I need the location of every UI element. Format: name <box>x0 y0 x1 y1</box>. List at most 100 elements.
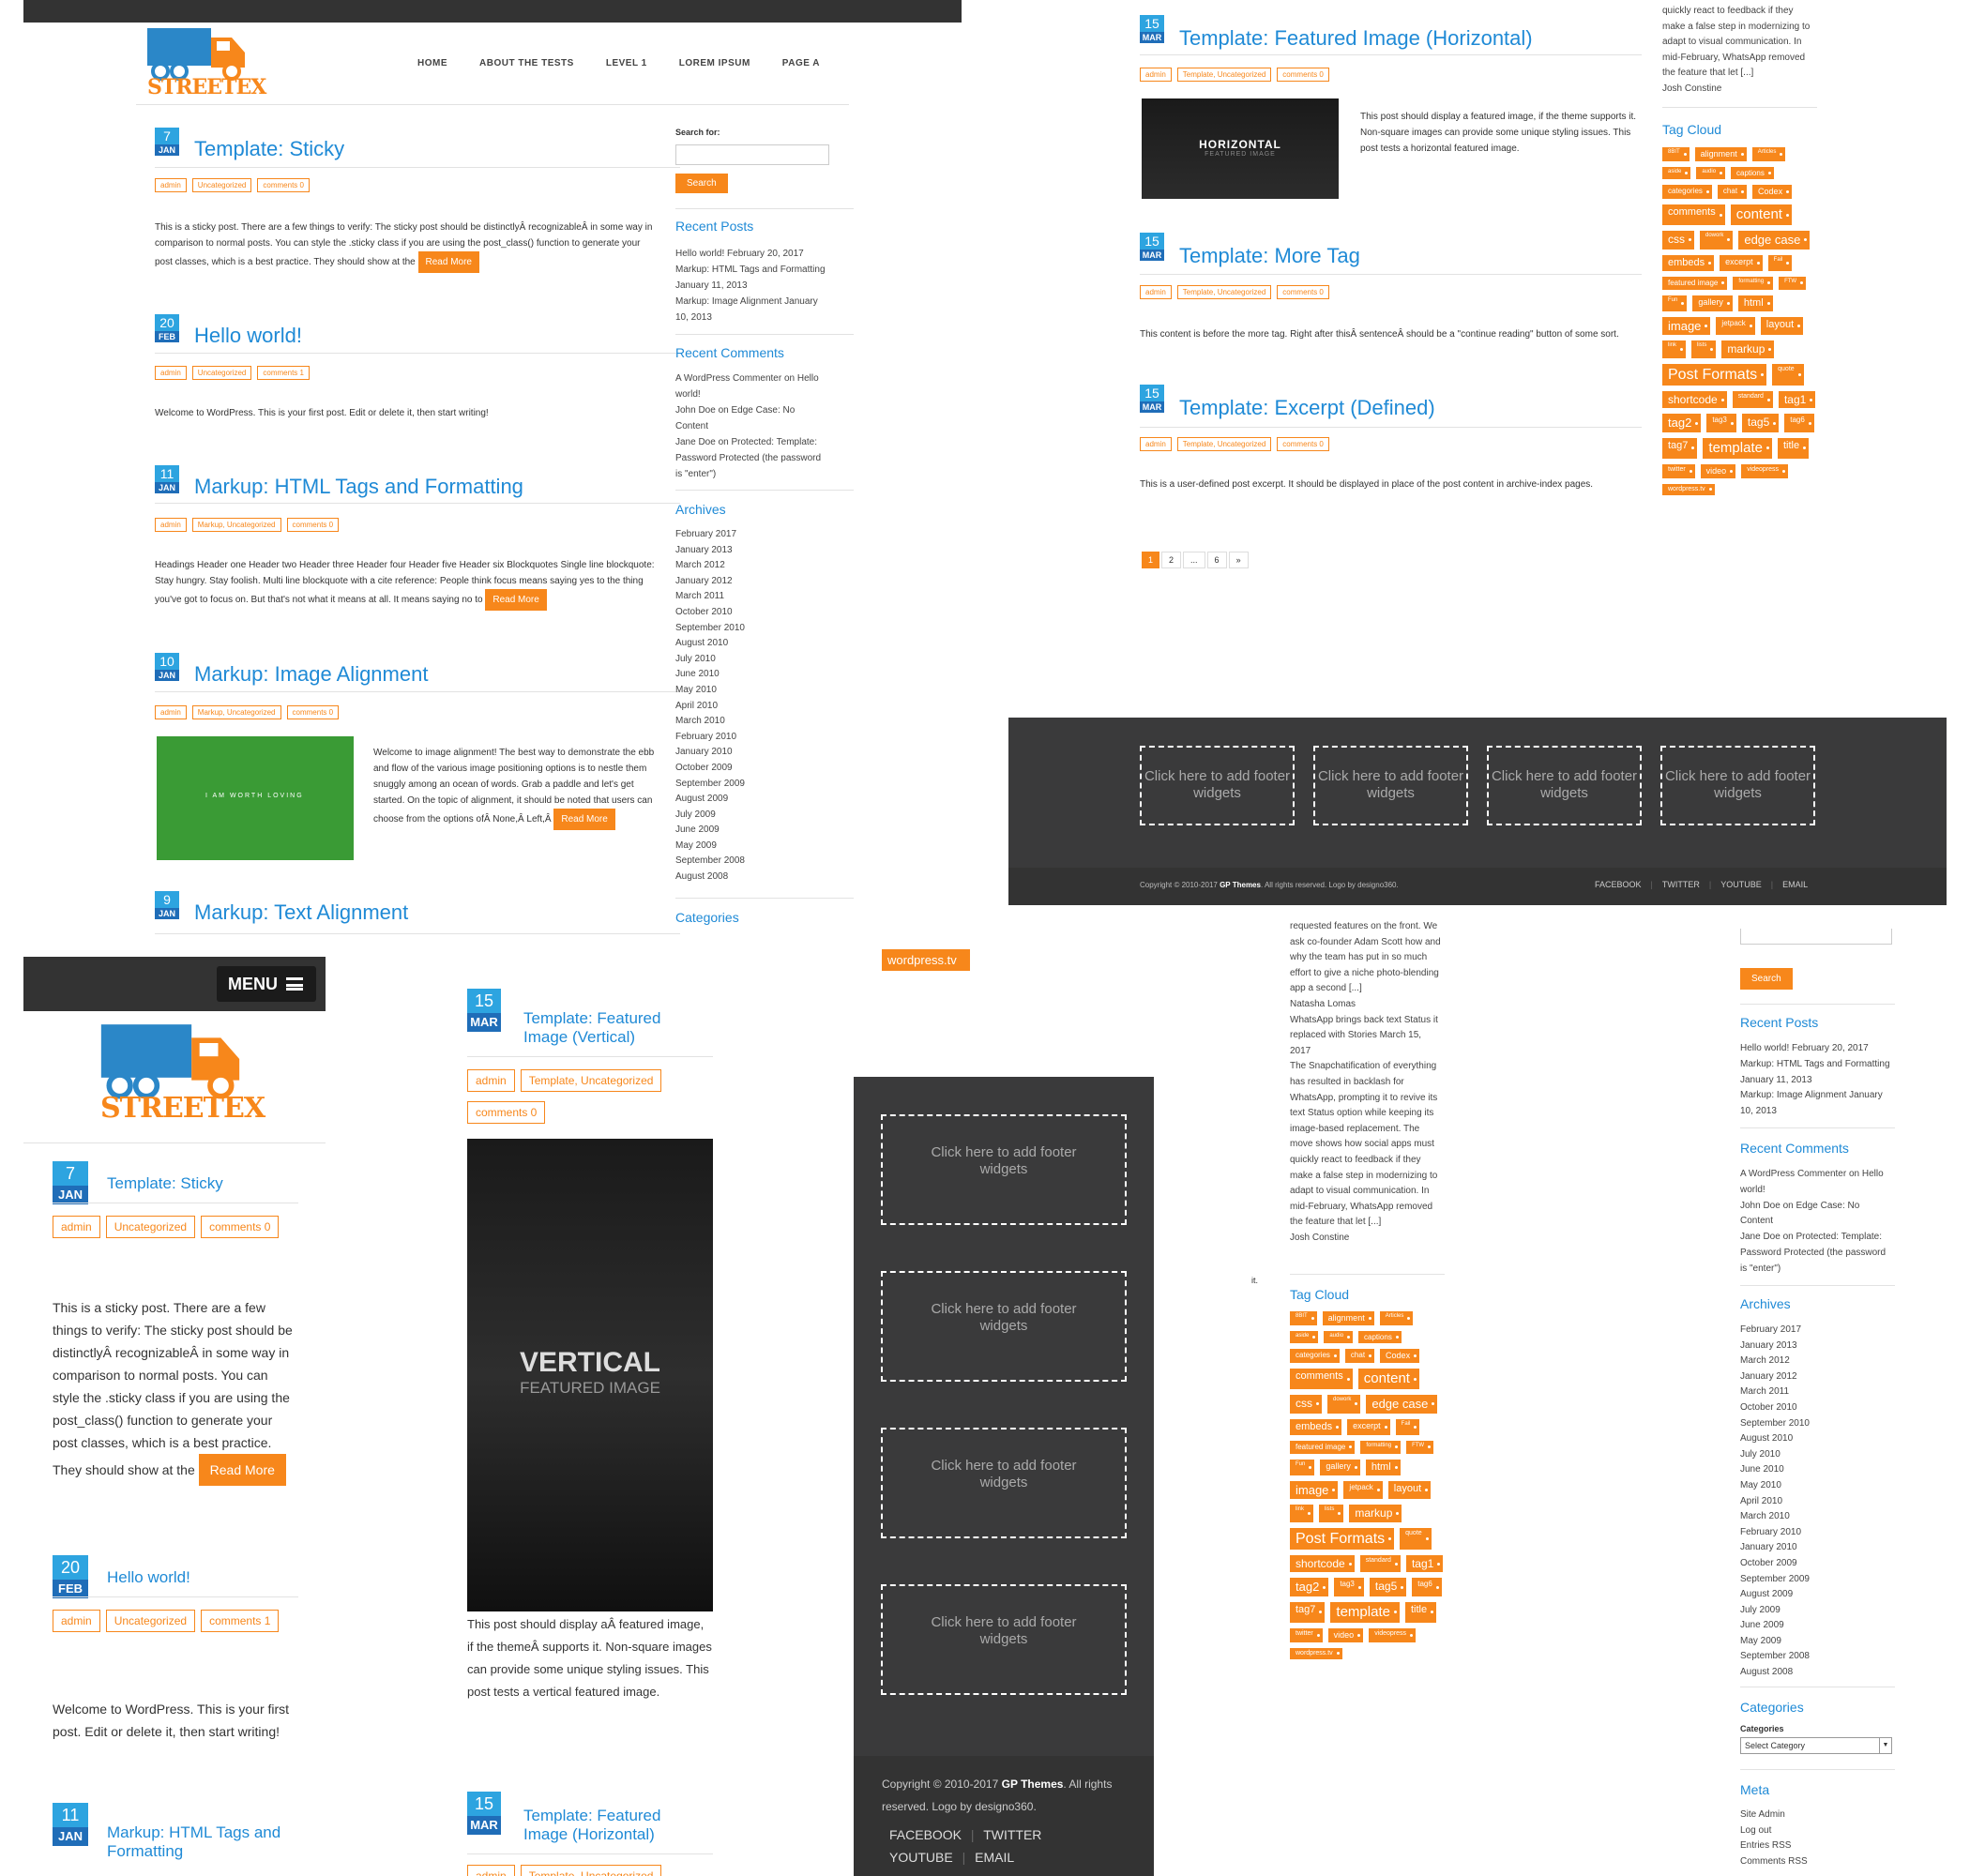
tag-link[interactable]: title <box>1404 1601 1437 1623</box>
post-title[interactable]: Markup: Image Alignment <box>194 662 428 687</box>
post-title[interactable]: Template: More Tag <box>1179 244 1360 268</box>
tag-link[interactable]: content <box>1730 204 1792 226</box>
comment-line[interactable]: world! <box>675 386 821 402</box>
tag-link[interactable]: image <box>1290 1480 1339 1500</box>
tag-link[interactable]: template <box>1330 1601 1400 1623</box>
tag-link[interactable]: markup <box>1721 340 1775 358</box>
tag-link[interactable]: dowork <box>1700 231 1734 250</box>
category-link[interactable]: Template, Uncategorized <box>1176 437 1272 451</box>
post-title[interactable]: Markup: HTML Tags and Formatting <box>107 1823 309 1861</box>
footer-widget-placeholder[interactable]: Click here to add footer widgets <box>881 1271 1127 1382</box>
comment-line[interactable]: Password Protected (the password <box>675 450 821 466</box>
archive-link[interactable]: September 2008 <box>675 854 745 870</box>
author-link[interactable]: admin <box>1140 285 1172 299</box>
tag-link[interactable]: audio <box>1696 166 1726 180</box>
archive-link[interactable]: February 2010 <box>675 730 745 746</box>
category-link[interactable]: Markup, Uncategorized <box>191 518 281 532</box>
tag-link[interactable]: gallery <box>1320 1459 1360 1475</box>
facebook-link[interactable]: FACEBOOK <box>1595 880 1642 889</box>
archive-link[interactable]: January 2010 <box>1740 1540 1810 1556</box>
post-title[interactable]: Markup: Text Alignment <box>194 900 408 925</box>
post-title[interactable]: Hello world! <box>194 324 302 348</box>
comment-line[interactable]: Content <box>675 418 821 434</box>
archive-link[interactable]: July 2009 <box>1740 1603 1810 1619</box>
tag-link[interactable]: link <box>1662 340 1687 358</box>
wordpress-tv-tag[interactable]: wordpress.tv <box>882 949 970 971</box>
tag-link[interactable]: tag5 <box>1741 414 1780 432</box>
tag-link[interactable]: tag2 <box>1290 1578 1329 1596</box>
tag-link[interactable]: featured image <box>1662 276 1728 290</box>
tag-link[interactable]: comments <box>1662 204 1725 226</box>
author-link[interactable]: admin <box>1140 68 1172 82</box>
author-link[interactable]: admin <box>1140 437 1172 451</box>
archive-link[interactable]: June 2010 <box>675 667 745 683</box>
tag-link[interactable]: formatting <box>1733 276 1774 290</box>
tag-link[interactable]: video <box>1700 463 1736 478</box>
archive-link[interactable]: July 2010 <box>675 652 745 668</box>
tag-link[interactable]: css <box>1290 1395 1322 1414</box>
log-out-link[interactable]: Log out <box>1740 1823 1808 1839</box>
tag-link[interactable]: chat <box>1344 1349 1375 1364</box>
category-link[interactable]: Uncategorized <box>191 366 252 380</box>
comments-link[interactable]: comments 1 <box>201 1610 280 1632</box>
tag-link[interactable]: Post Formats <box>1662 363 1767 386</box>
post-title[interactable]: Template: Excerpt (Defined) <box>1179 396 1435 420</box>
tag-link[interactable]: formatting <box>1360 1440 1402 1454</box>
tag-link[interactable]: tag7 <box>1290 1601 1326 1623</box>
comments-link[interactable]: comments 0 <box>1277 437 1329 451</box>
comments-link[interactable]: comments 0 <box>286 705 340 719</box>
tag-link[interactable]: Post Formats <box>1290 1527 1395 1550</box>
footer-widget-placeholder[interactable]: Click here to add footer widgets <box>1140 746 1295 825</box>
tag-link[interactable]: alignment <box>1322 1311 1374 1325</box>
tag-link[interactable]: aside <box>1290 1330 1319 1344</box>
nav-home[interactable]: HOME <box>417 58 447 68</box>
author-link[interactable]: admin <box>467 1069 515 1092</box>
archive-link[interactable]: June 2009 <box>1740 1618 1810 1634</box>
tag-link[interactable]: quote <box>1400 1527 1432 1550</box>
next-page-link[interactable]: » <box>1228 552 1249 568</box>
comments-link[interactable]: comments 1 <box>257 366 310 380</box>
archive-link[interactable]: August 2008 <box>675 870 745 885</box>
archive-link[interactable]: January 2013 <box>675 543 745 559</box>
comments-link[interactable]: comments 0 <box>201 1216 280 1238</box>
tag-link[interactable]: excerpt <box>1347 1418 1390 1435</box>
read-more-button[interactable]: Read More <box>198 1454 286 1486</box>
recent-post-line[interactable]: Markup: Image Alignment January <box>1740 1088 1890 1104</box>
author-link[interactable]: admin <box>467 1865 515 1876</box>
category-select[interactable]: Select Category ▼ <box>1740 1737 1892 1754</box>
comment-line[interactable]: A WordPress Commenter on Hello <box>675 371 821 386</box>
comment-line[interactable]: Password Protected (the password <box>1740 1246 1886 1262</box>
archive-link[interactable]: August 2009 <box>1740 1587 1810 1603</box>
archive-link[interactable]: April 2010 <box>1740 1494 1810 1510</box>
tag-link[interactable]: Codex <box>1380 1349 1420 1364</box>
comments-link[interactable]: comments 0 <box>1277 285 1329 299</box>
site-logo[interactable]: STREETEX <box>98 1019 265 1131</box>
tag-link[interactable]: tag7 <box>1662 437 1698 459</box>
archive-link[interactable]: August 2008 <box>1740 1665 1810 1681</box>
tag-link[interactable]: title <box>1777 437 1810 459</box>
category-link[interactable]: Markup, Uncategorized <box>191 705 281 719</box>
archive-link[interactable]: March 2011 <box>1740 1384 1810 1400</box>
comment-line[interactable]: Content <box>1740 1214 1886 1230</box>
archive-link[interactable]: August 2010 <box>1740 1431 1810 1447</box>
category-link[interactable]: Uncategorized <box>191 178 252 192</box>
archive-link[interactable]: June 2009 <box>675 823 745 839</box>
search-input[interactable] <box>675 144 829 165</box>
menu-toggle-button[interactable]: MENU <box>217 966 316 1002</box>
archive-link[interactable]: October 2010 <box>1740 1400 1810 1416</box>
archive-link[interactable]: February 2017 <box>1740 1323 1810 1339</box>
author-link[interactable]: admin <box>155 178 187 192</box>
footer-widget-placeholder[interactable]: Click here to add footer widgets <box>1487 746 1642 825</box>
tag-link[interactable]: tag1 <box>1405 1554 1444 1573</box>
category-link[interactable]: Template, Uncategorized <box>1176 68 1272 82</box>
tag-link[interactable]: chat <box>1717 185 1748 200</box>
tag-link[interactable]: shortcode <box>1290 1554 1355 1573</box>
tag-link[interactable]: markup <box>1349 1505 1402 1522</box>
archive-link[interactable]: January 2013 <box>1740 1339 1810 1354</box>
rss-line[interactable]: WhatsApp brings back text Status it <box>1290 1013 1441 1029</box>
tag-link[interactable]: Fail <box>1395 1418 1420 1435</box>
archive-link[interactable]: August 2010 <box>675 636 745 652</box>
youtube-link[interactable]: YOUTUBE <box>1720 880 1762 889</box>
recent-post-line[interactable]: Hello world! February 20, 2017 <box>675 246 826 262</box>
author-link[interactable]: admin <box>155 705 187 719</box>
